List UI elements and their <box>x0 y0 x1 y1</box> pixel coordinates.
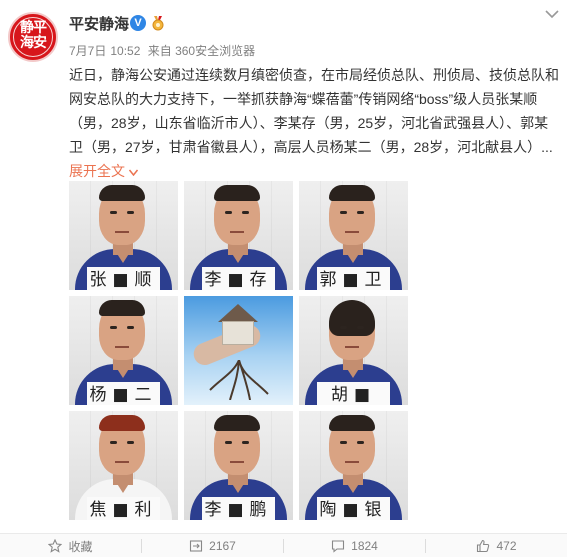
like-button[interactable]: 472 <box>426 534 567 557</box>
eye <box>357 211 364 214</box>
eye <box>127 326 134 329</box>
mouth <box>345 461 359 463</box>
chevron-down-icon[interactable] <box>545 9 559 19</box>
name-plate: 焦■利 <box>87 497 160 520</box>
collar <box>344 364 362 378</box>
collar <box>114 364 132 378</box>
suspect-photo[interactable]: 焦■利 <box>69 411 178 520</box>
eye <box>340 211 347 214</box>
post-text: 近日，静海公安通过连续数月缜密侦查，在市局经侦总队、刑侦局、技侦总队和 网安总队… <box>69 63 559 183</box>
thumbs-up-icon <box>477 539 490 553</box>
eye <box>225 441 232 444</box>
avatar-logo-text: 静平 海安 <box>20 20 47 51</box>
eye <box>127 441 134 444</box>
eye <box>110 211 117 214</box>
eye <box>242 211 249 214</box>
hair <box>329 415 375 431</box>
mouth <box>115 346 129 348</box>
collar <box>229 479 247 493</box>
name-plate: 陶■银 <box>317 497 390 520</box>
suspect-photo[interactable]: 胡■ <box>299 296 408 405</box>
post-line: （男，28岁，山东省临沂市人）、李某存（男，25岁，河北省武强县人）、郭某 <box>69 115 549 131</box>
expand-arrow-icon <box>128 169 138 176</box>
mouth <box>115 231 129 233</box>
collar <box>229 249 247 263</box>
collar <box>344 249 362 263</box>
eye <box>225 211 232 214</box>
roots <box>209 360 269 400</box>
eye <box>127 211 134 214</box>
suspect-photo[interactable]: 陶■银 <box>299 411 408 520</box>
comment-button[interactable]: 1824 <box>284 534 425 557</box>
photo-grid: 张■顺 李■存 郭■卫杨■二 胡■ 焦■利 李■鹏 陶■银 <box>69 181 408 520</box>
suspect-photo[interactable]: 李■存 <box>184 181 293 290</box>
mouth <box>345 346 359 348</box>
suspect-photo[interactable]: 郭■卫 <box>299 181 408 290</box>
medal-icon <box>152 16 164 31</box>
house <box>222 321 254 345</box>
repost-button[interactable]: 2167 <box>142 534 283 557</box>
eye <box>357 441 364 444</box>
suspect-photo[interactable]: 李■鹏 <box>184 411 293 520</box>
favorite-button[interactable]: 收藏 <box>0 534 141 557</box>
eye <box>110 441 117 444</box>
comment-icon <box>332 540 345 553</box>
eye <box>340 326 347 329</box>
post-date[interactable]: 7月7日 <box>69 44 106 58</box>
name-plate: 胡■ <box>317 382 390 405</box>
name-plate: 郭■卫 <box>317 267 390 290</box>
collar <box>114 249 132 263</box>
post-action-bar: 收藏 2167 1824 472 <box>0 533 567 557</box>
hair <box>214 185 260 201</box>
post-line: 卫（男，27岁，甘肃省徽县人），高层人员杨某二（男，28岁，河北献县人）... <box>69 139 553 155</box>
collar <box>344 479 362 493</box>
eye <box>110 326 117 329</box>
name-plate: 张■顺 <box>87 267 160 290</box>
hair <box>99 185 145 201</box>
name-plate: 杨■二 <box>87 382 160 405</box>
star-icon <box>48 539 63 553</box>
house-in-hand-photo[interactable] <box>184 296 293 405</box>
mouth <box>230 461 244 463</box>
name-plate: 李■鹏 <box>202 497 275 520</box>
mouth <box>230 231 244 233</box>
repost-icon <box>190 540 203 552</box>
suspect-photo[interactable]: 张■顺 <box>69 181 178 290</box>
eye <box>242 441 249 444</box>
eye <box>357 326 364 329</box>
post-line: 网安总队的大力支持下，一举抓获静海“蝶蓓蕾”传销网络“boss”级人员张某顺 <box>69 91 538 107</box>
collar <box>114 479 132 493</box>
post-meta: 7月7日 10:52 来自 360安全浏览器 <box>69 42 259 59</box>
verified-icon: V <box>130 15 146 31</box>
account-avatar[interactable]: 静平 海安 <box>8 12 58 62</box>
house-roof <box>218 304 258 322</box>
hair <box>99 300 145 316</box>
hair <box>329 300 375 336</box>
name-plate: 李■存 <box>202 267 275 290</box>
expand-full-text-link[interactable]: 展开全文 <box>69 163 138 179</box>
suspect-photo[interactable]: 杨■二 <box>69 296 178 405</box>
post-time[interactable]: 10:52 <box>110 44 140 58</box>
post-source: 来自 360安全浏览器 <box>147 44 256 58</box>
mouth <box>345 231 359 233</box>
hair <box>214 415 260 431</box>
eye <box>340 441 347 444</box>
post-line: 近日，静海公安通过连续数月缜密侦查，在市局经侦总队、刑侦局、技侦总队和 <box>69 67 559 83</box>
mouth <box>115 461 129 463</box>
hair <box>99 415 145 431</box>
account-name[interactable]: 平安静海 <box>69 13 129 34</box>
hair <box>329 185 375 201</box>
